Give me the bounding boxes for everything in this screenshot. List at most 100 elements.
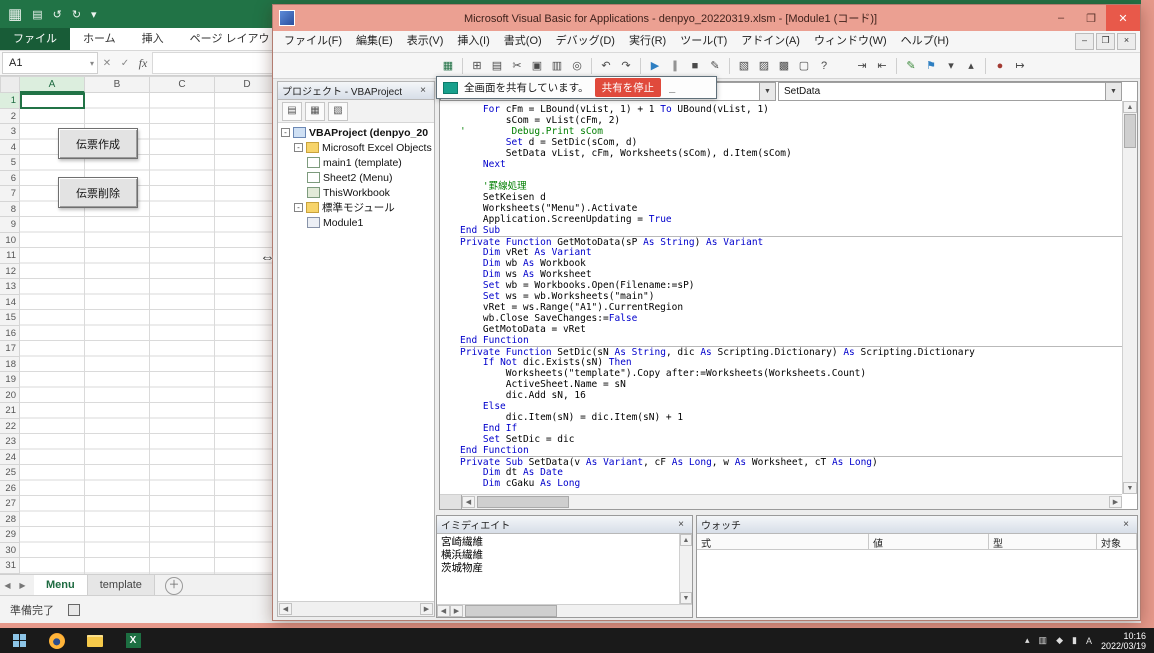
denpyo-create-button[interactable]: 伝票作成 <box>58 128 138 159</box>
row-header-13[interactable]: 13 <box>0 279 20 295</box>
view-excel-button[interactable]: ▦ <box>438 56 458 76</box>
indent-button[interactable]: ⇥ <box>852 56 872 76</box>
immediate-line[interactable]: 茨城物産 <box>441 562 675 575</box>
run-button[interactable]: ▶ <box>645 56 665 76</box>
code-line[interactable]: Dim cGaku As Long <box>460 478 1122 489</box>
save-icon[interactable]: ▤ <box>32 8 42 21</box>
row-header-18[interactable]: 18 <box>0 357 20 373</box>
code-line[interactable]: SetKeisen d <box>460 192 1122 203</box>
vba-menu-item-9[interactable]: ウィンドウ(W) <box>807 31 894 52</box>
code-line[interactable] <box>460 170 1122 181</box>
minimize-button[interactable]: – <box>1046 5 1076 31</box>
code-line[interactable]: For cFm = LBound(vList, 1) + 1 To UBound… <box>460 104 1122 115</box>
prev-bookmark-button[interactable]: ▴ <box>961 56 981 76</box>
scrollbar-thumb[interactable] <box>477 496 569 508</box>
ribbon-tab-2[interactable]: 挿入 <box>129 28 177 50</box>
row-header-20[interactable]: 20 <box>0 388 20 404</box>
tablet-icon[interactable]: ▥ <box>1039 635 1048 646</box>
row-header-10[interactable]: 10 <box>0 233 20 249</box>
project-hscrollbar[interactable]: ◀ ▶ <box>278 601 434 616</box>
code-line[interactable]: Private Function GetMotoData(sP As Strin… <box>460 236 1122 247</box>
tree-expander-icon[interactable]: - <box>281 128 290 137</box>
taskbar-excel[interactable]: X <box>114 628 152 653</box>
code-line[interactable]: End If <box>460 423 1122 434</box>
watch-column-1[interactable]: 値 <box>869 534 989 549</box>
column-header-C[interactable]: C <box>150 76 215 93</box>
column-header-B[interactable]: B <box>85 76 150 93</box>
row-header-14[interactable]: 14 <box>0 295 20 311</box>
properties-window-button[interactable]: ▨ <box>754 56 774 76</box>
active-cell-a1[interactable] <box>20 93 85 109</box>
insert-function-button[interactable]: fx <box>134 56 152 71</box>
code-line[interactable]: Set d = SetDic(sCom, d) <box>460 137 1122 148</box>
code-line[interactable]: Private Sub SetData(v As Variant, cF As … <box>460 456 1122 467</box>
procedure-dropdown[interactable]: SetData ▼ <box>778 82 1122 101</box>
scroll-right-icon[interactable]: ▶ <box>420 603 433 615</box>
cancel-button[interactable]: ✕ <box>98 58 116 69</box>
watch-column-0[interactable]: 式 <box>697 534 869 549</box>
code-line[interactable]: sCom = vList(cFm, 2) <box>460 115 1122 126</box>
taskbar-clock[interactable]: 10:16 2022/03/19 <box>1101 631 1146 651</box>
close-icon[interactable]: × <box>1119 519 1133 530</box>
close-icon[interactable]: × <box>416 85 430 96</box>
project-tree-item[interactable]: main1 (template) <box>278 155 434 170</box>
next-bookmark-button[interactable]: ▾ <box>941 56 961 76</box>
splitter-box[interactable] <box>440 495 462 509</box>
code-line[interactable]: Else <box>460 401 1122 412</box>
toggle-folders-button[interactable]: ▧ <box>328 102 348 121</box>
code-line[interactable]: Dim vRet As Variant <box>460 247 1122 258</box>
share-banner-minimize[interactable]: _ <box>669 82 675 94</box>
row-header-1[interactable]: 1 <box>0 93 20 109</box>
row-header-16[interactable]: 16 <box>0 326 20 342</box>
add-sheet-button[interactable]: ＋ <box>165 577 183 595</box>
row-header-28[interactable]: 28 <box>0 512 20 528</box>
code-line[interactable]: Dim wb As Workbook <box>460 258 1122 269</box>
object-browser-button[interactable]: ▩ <box>774 56 794 76</box>
select-all-corner[interactable] <box>0 76 20 93</box>
vba-menu-item-6[interactable]: 実行(R) <box>622 31 673 52</box>
chevron-down-icon[interactable]: ▼ <box>759 83 775 100</box>
chevron-down-icon[interactable]: ▾ <box>90 59 97 68</box>
mdi-restore-button[interactable]: ❐ <box>1096 33 1115 50</box>
ribbon-tab-0[interactable]: ファイル <box>0 28 70 50</box>
undo-button[interactable]: ↶ <box>596 56 616 76</box>
immediate-content[interactable]: 宮崎繊維横浜繊維茨城物産 <box>437 534 679 604</box>
row-header-6[interactable]: 6 <box>0 171 20 187</box>
row-header-9[interactable]: 9 <box>0 217 20 233</box>
vba-menu-item-4[interactable]: 書式(O) <box>497 31 549 52</box>
chevron-down-icon[interactable]: ▼ <box>1105 83 1121 100</box>
code-line[interactable]: Dim dt As Date <box>460 467 1122 478</box>
project-tree-item[interactable]: -標準モジュール <box>278 200 434 215</box>
close-button[interactable]: ✕ <box>1106 5 1140 31</box>
customize-qat-icon[interactable]: ▾ <box>91 8 97 21</box>
scroll-up-icon[interactable]: ▲ <box>1123 101 1137 113</box>
row-header-12[interactable]: 12 <box>0 264 20 280</box>
project-tree-item[interactable]: Sheet2 (Menu) <box>278 170 434 185</box>
row-header-7[interactable]: 7 <box>0 186 20 202</box>
watch-body[interactable] <box>697 550 1137 617</box>
code-line[interactable]: Set ws = wb.Worksheets("main") <box>460 291 1122 302</box>
code-line[interactable]: End Function <box>460 445 1122 456</box>
sheet-tab-menu[interactable]: Menu <box>34 575 88 596</box>
row-header-22[interactable]: 22 <box>0 419 20 435</box>
macro-record-icon[interactable] <box>68 604 80 616</box>
breakpoint-button[interactable]: ● <box>990 56 1010 76</box>
code-line[interactable]: ActiveSheet.Name = sN <box>460 379 1122 390</box>
project-explorer-button[interactable]: ▧ <box>734 56 754 76</box>
code-line[interactable]: Application.ScreenUpdating = True <box>460 214 1122 225</box>
code-line[interactable]: dic.Add sN, 16 <box>460 390 1122 401</box>
row-header-11[interactable]: 11 <box>0 248 20 264</box>
column-header-A[interactable]: A <box>20 76 85 93</box>
code-editor[interactable]: For cFm = LBound(vList, 1) + 1 To UBound… <box>440 101 1122 494</box>
code-line[interactable]: SetData vList, cFm, Worksheets(sCom), d.… <box>460 148 1122 159</box>
project-tree[interactable]: -VBAProject (denpyo_20-Microsoft Excel O… <box>278 123 434 601</box>
column-header-D[interactable]: D <box>215 76 280 93</box>
scrollbar-thumb[interactable] <box>1124 114 1136 148</box>
row-header-5[interactable]: 5 <box>0 155 20 171</box>
comment-block-button[interactable]: ✎ <box>901 56 921 76</box>
vba-menu-item-8[interactable]: アドイン(A) <box>734 31 807 52</box>
row-header-21[interactable]: 21 <box>0 403 20 419</box>
code-line[interactable]: dic.Item(sN) = dic.Item(sN) + 1 <box>460 412 1122 423</box>
code-line[interactable]: vRet = ws.Range("A1").CurrentRegion <box>460 302 1122 313</box>
row-header-26[interactable]: 26 <box>0 481 20 497</box>
